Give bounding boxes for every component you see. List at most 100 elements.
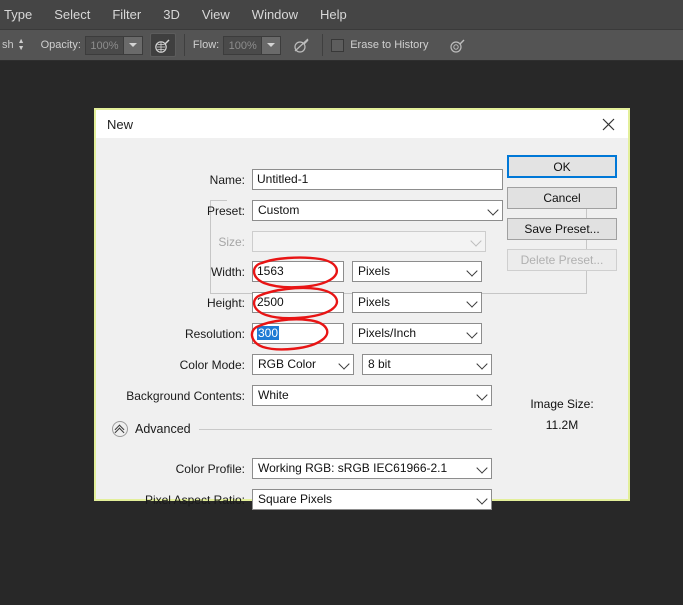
resolution-unit-value: Pixels/Inch bbox=[358, 326, 417, 340]
chevron-down-icon bbox=[128, 43, 137, 47]
preset-value: Custom bbox=[258, 203, 300, 217]
background-contents-value: White bbox=[258, 388, 289, 402]
image-size-label: Image Size: bbox=[530, 397, 594, 411]
flow-label: Flow: bbox=[192, 39, 220, 51]
resolution-unit-select[interactable]: Pixels/Inch bbox=[352, 323, 482, 344]
erase-to-history-checkbox[interactable] bbox=[331, 38, 345, 52]
tool-options-bar: sh ▲ ▼ Opacity: 100% Flow: 100% Erase to… bbox=[0, 29, 683, 61]
chevron-down-icon bbox=[267, 43, 276, 47]
menu-item-type[interactable]: Type bbox=[0, 0, 43, 29]
save-preset-button[interactable]: Save Preset... bbox=[507, 218, 617, 240]
flow-control: Flow: 100% bbox=[192, 30, 282, 60]
menu-item-window[interactable]: Window bbox=[241, 0, 309, 29]
menu-item-filter[interactable]: Filter bbox=[101, 0, 152, 29]
airbrush-icon bbox=[155, 39, 170, 53]
resolution-label: Resolution: bbox=[184, 326, 245, 341]
height-input[interactable]: 2500 bbox=[252, 292, 344, 313]
bit-depth-value: 8 bit bbox=[368, 357, 391, 371]
image-size-readout: Image Size: 11.2M bbox=[507, 394, 617, 436]
dialog-title: New bbox=[107, 116, 134, 132]
advanced-label: Advanced bbox=[135, 422, 191, 436]
erase-to-history-control[interactable]: Erase to History bbox=[331, 30, 432, 60]
field-color-profile-row: Color Profile: Working RGB: sRGB IEC6196… bbox=[112, 458, 492, 479]
field-background-contents-row: Background Contents: White bbox=[112, 385, 492, 406]
tablet-pressure-button[interactable] bbox=[444, 33, 470, 57]
preset-select[interactable]: Custom bbox=[252, 200, 503, 221]
color-profile-label: Color Profile: bbox=[175, 461, 245, 476]
pixel-aspect-ratio-value: Square Pixels bbox=[258, 492, 333, 506]
field-name-row: Name: Untitled-1 bbox=[112, 169, 503, 190]
brush-size-stepper[interactable]: ▲ ▼ bbox=[18, 38, 25, 52]
color-mode-select[interactable]: RGB Color bbox=[252, 354, 354, 375]
pixel-aspect-ratio-label: Pixel Aspect Ratio: bbox=[144, 492, 245, 507]
opacity-dropdown-button[interactable] bbox=[122, 35, 143, 55]
dialog-body: Name: Untitled-1 Preset: Custom Size: Wi… bbox=[96, 138, 628, 510]
flow-dropdown-button[interactable] bbox=[261, 35, 282, 55]
chevron-down-icon bbox=[466, 295, 478, 308]
width-unit-value: Pixels bbox=[358, 264, 391, 278]
field-width-row: Width: 1563 Pixels bbox=[112, 261, 482, 282]
photoshop-window: Type Select Filter 3D View Window Help s… bbox=[0, 0, 683, 605]
menu-item-view[interactable]: View bbox=[191, 0, 241, 29]
advanced-divider bbox=[198, 428, 492, 430]
bit-depth-select[interactable]: 8 bit bbox=[362, 354, 492, 375]
advanced-section-header[interactable]: Advanced bbox=[112, 421, 492, 437]
cancel-button[interactable]: Cancel bbox=[507, 187, 617, 209]
close-icon[interactable] bbox=[588, 110, 628, 138]
options-divider-1 bbox=[183, 34, 185, 56]
name-label: Name: bbox=[209, 172, 245, 187]
ok-button[interactable]: OK bbox=[507, 155, 617, 178]
opacity-input[interactable]: 100% bbox=[84, 35, 123, 55]
tablet-pressure-icon bbox=[450, 39, 465, 53]
resolution-value: 300 bbox=[257, 326, 280, 340]
resolution-input[interactable]: 300 bbox=[252, 323, 344, 344]
field-pixel-aspect-ratio-row: Pixel Aspect Ratio: Square Pixels bbox=[112, 489, 492, 510]
chevron-down-icon bbox=[487, 203, 499, 216]
background-contents-label: Background Contents: bbox=[126, 388, 245, 403]
field-resolution-row: Resolution: 300 Pixels/Inch bbox=[112, 323, 482, 344]
airbrush-off-icon bbox=[294, 38, 309, 53]
chevron-down-icon bbox=[476, 461, 488, 474]
width-input[interactable]: 1563 bbox=[252, 261, 344, 282]
dialog-button-column: OK Cancel Save Preset... Delete Preset..… bbox=[507, 155, 617, 280]
brush-preset-picker[interactable]: sh ▲ ▼ bbox=[0, 30, 25, 60]
flow-input[interactable]: 100% bbox=[223, 35, 262, 55]
menu-bar: Type Select Filter 3D View Window Help bbox=[0, 0, 683, 29]
color-profile-value: Working RGB: sRGB IEC61966-2.1 bbox=[258, 461, 448, 475]
name-input[interactable]: Untitled-1 bbox=[252, 169, 503, 190]
height-unit-select[interactable]: Pixels bbox=[352, 292, 482, 313]
chevron-down-icon bbox=[338, 357, 350, 370]
chevron-down-icon bbox=[466, 326, 478, 339]
chevron-down-icon bbox=[476, 492, 488, 505]
image-size-value: 11.2M bbox=[545, 418, 579, 432]
height-unit-value: Pixels bbox=[358, 295, 391, 309]
color-mode-value: RGB Color bbox=[258, 357, 317, 371]
new-document-dialog: New Name: Untitled-1 Preset: Custom Size… bbox=[94, 108, 630, 510]
chevron-double-up-icon[interactable] bbox=[112, 421, 128, 437]
size-label: Size: bbox=[218, 234, 245, 249]
options-divider-2 bbox=[322, 34, 324, 56]
color-profile-select[interactable]: Working RGB: sRGB IEC61966-2.1 bbox=[252, 458, 492, 479]
width-label: Width: bbox=[210, 264, 245, 279]
width-unit-select[interactable]: Pixels bbox=[352, 261, 482, 282]
menu-item-help[interactable]: Help bbox=[309, 0, 358, 29]
background-contents-select[interactable]: White bbox=[252, 385, 492, 406]
color-mode-label: Color Mode: bbox=[179, 357, 245, 372]
pixel-aspect-ratio-select[interactable]: Square Pixels bbox=[252, 489, 492, 510]
menu-item-3d[interactable]: 3D bbox=[152, 0, 191, 29]
opacity-control: Opacity: 100% bbox=[41, 30, 143, 60]
smoothing-toggle-button[interactable] bbox=[288, 33, 314, 57]
field-preset-row: Preset: Custom bbox=[112, 200, 503, 221]
field-height-row: Height: 2500 Pixels bbox=[112, 292, 482, 313]
preset-label: Preset: bbox=[206, 203, 245, 218]
height-label: Height: bbox=[206, 295, 245, 310]
delete-preset-button: Delete Preset... bbox=[507, 249, 617, 271]
chevron-down-icon bbox=[466, 264, 478, 277]
size-select bbox=[252, 231, 486, 252]
field-size-row: Size: bbox=[112, 231, 486, 252]
dialog-titlebar: New bbox=[96, 110, 628, 138]
chevron-down-icon bbox=[476, 357, 488, 370]
airbrush-toggle-button[interactable] bbox=[149, 33, 176, 57]
menu-item-select[interactable]: Select bbox=[43, 0, 101, 29]
chevron-down-icon bbox=[470, 234, 482, 247]
